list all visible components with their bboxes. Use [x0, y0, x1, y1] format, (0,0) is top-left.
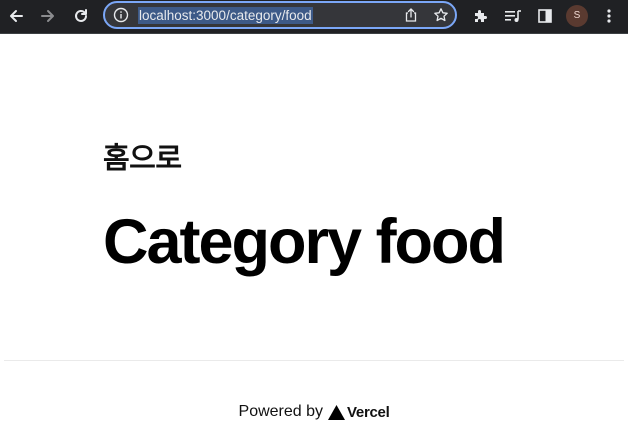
reload-icon: [75, 9, 87, 22]
url-text[interactable]: localhost:3000/category/food: [138, 7, 313, 24]
vercel-logo: Vercel: [328, 403, 390, 421]
info-icon[interactable]: [113, 7, 129, 23]
address-bar[interactable]: localhost:3000/category/food: [103, 1, 457, 29]
side-panel-button[interactable]: [534, 5, 556, 27]
puzzle-icon: [475, 10, 487, 22]
browser-toolbar: localhost:3000/category/food S: [0, 0, 628, 34]
page-content: 홈으로 Category food Powered by Vercel: [0, 34, 628, 446]
reload-button[interactable]: [70, 5, 92, 27]
page-title: Category food: [103, 207, 506, 277]
side-panel-icon: [538, 9, 552, 23]
share-icon[interactable]: [403, 7, 419, 23]
powered-by-text: Powered by: [238, 403, 324, 420]
browser-menu-button[interactable]: [598, 5, 620, 27]
kebab-menu-icon: [607, 9, 611, 23]
footer-divider: [4, 360, 624, 361]
forward-arrow-icon: [41, 10, 54, 22]
media-queue-button[interactable]: [502, 5, 524, 27]
extensions-button[interactable]: [470, 5, 492, 27]
footer: Powered by Vercel: [0, 398, 628, 426]
vercel-triangle-icon: [328, 404, 346, 420]
home-link[interactable]: 홈으로: [103, 138, 182, 178]
back-button[interactable]: [5, 5, 27, 27]
powered-by-vercel-link[interactable]: Powered by Vercel: [239, 403, 390, 421]
star-icon[interactable]: [433, 7, 449, 23]
media-queue-icon: [505, 10, 521, 22]
back-arrow-icon: [10, 10, 23, 22]
profile-avatar[interactable]: S: [566, 5, 588, 27]
forward-button[interactable]: [37, 5, 59, 27]
vercel-wordmark: Vercel: [347, 403, 390, 421]
